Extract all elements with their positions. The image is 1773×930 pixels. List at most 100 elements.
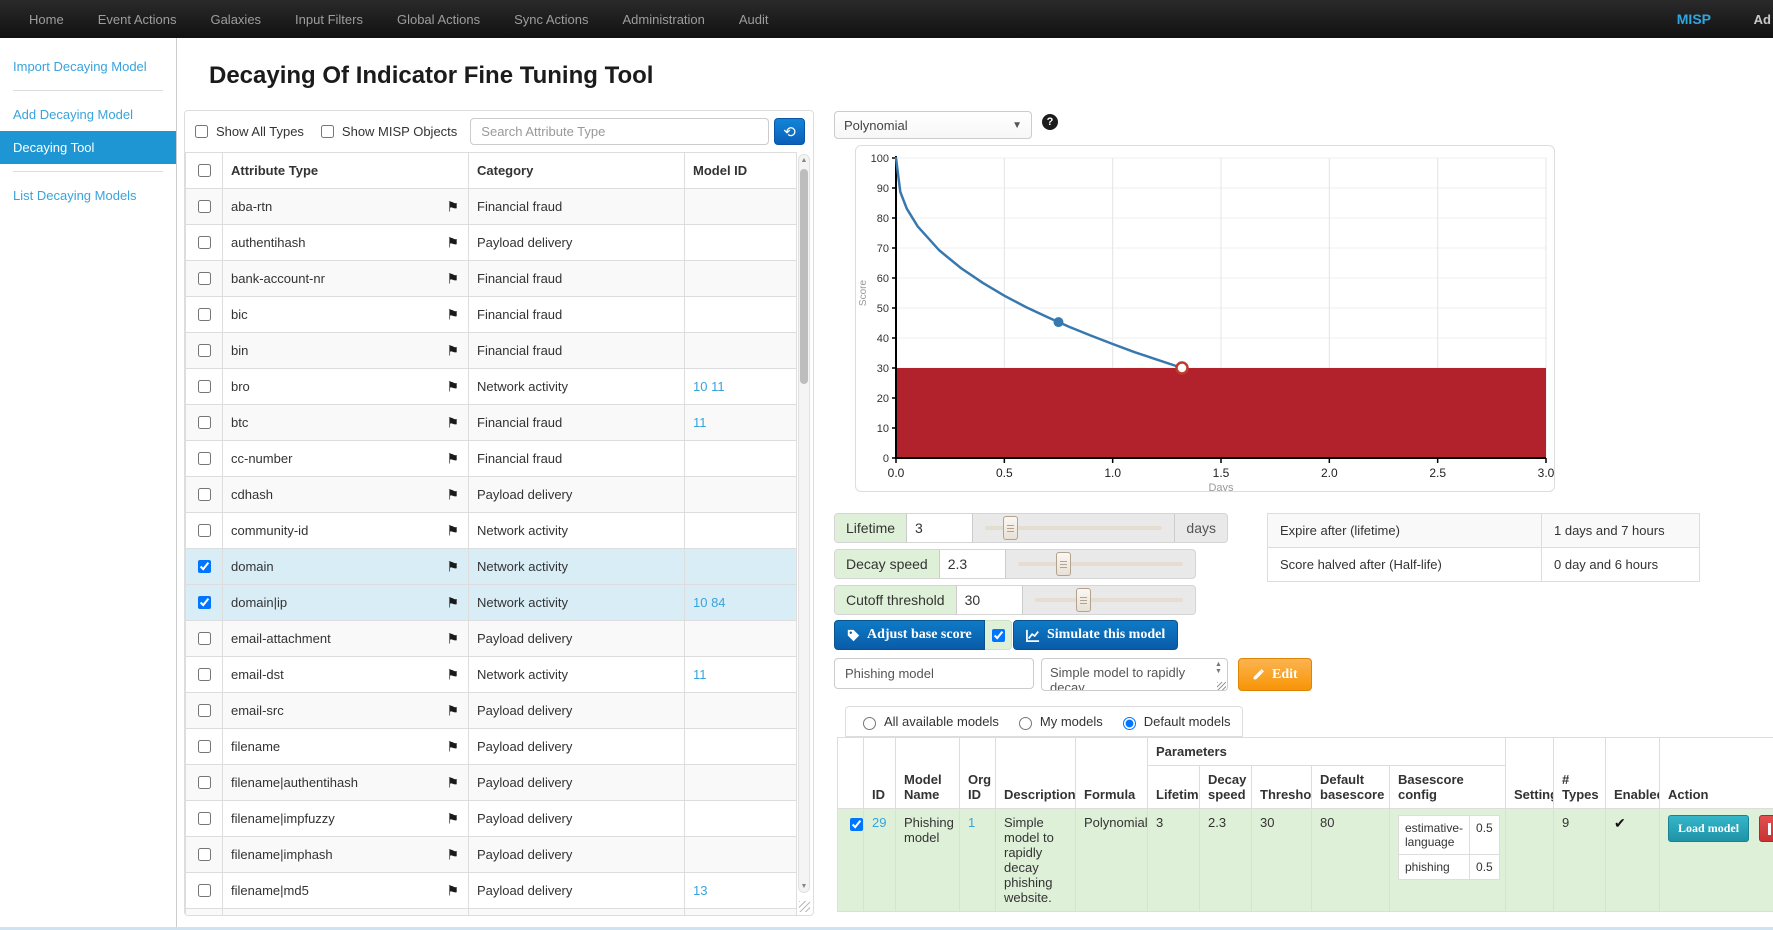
formula-select[interactable]: Polynomial ▼ (834, 111, 1032, 139)
model-id-links[interactable] (685, 189, 797, 225)
row-checkbox[interactable] (198, 308, 211, 321)
search-input[interactable] (470, 118, 769, 145)
model-id-links[interactable] (685, 729, 797, 765)
refresh-button[interactable]: ⟲ (774, 118, 805, 145)
model-id-links[interactable] (685, 297, 797, 333)
help-icon[interactable]: ? (1042, 114, 1058, 130)
flag-icon[interactable]: ⚑ (446, 306, 459, 323)
nav-item[interactable]: Audit (722, 12, 786, 27)
slider-value[interactable]: 2.3 (940, 550, 1006, 578)
model-id-links[interactable]: 13 (685, 873, 797, 909)
simulate-model-button[interactable]: Simulate this model (1013, 620, 1178, 650)
textarea-resize-grip[interactable] (1217, 682, 1226, 690)
model-filter-radio[interactable] (863, 717, 876, 730)
flag-icon[interactable]: ⚑ (446, 738, 459, 755)
slider-value[interactable]: 3 (907, 514, 973, 542)
slider-track[interactable] (1018, 550, 1183, 578)
flag-icon[interactable]: ⚑ (446, 666, 459, 683)
textarea-spinner-icons[interactable]: ▲▼ (1215, 661, 1222, 675)
model-id-links[interactable]: 13 (685, 909, 797, 917)
flag-icon[interactable]: ⚑ (446, 270, 459, 287)
scroll-up-icon[interactable]: ▲ (799, 157, 809, 164)
row-checkbox[interactable] (198, 272, 211, 285)
panel-resize-grip[interactable] (799, 901, 810, 912)
slider-handle[interactable] (1003, 516, 1018, 540)
show-misp-objects-checkbox[interactable] (321, 125, 334, 138)
select-all-checkbox[interactable] (198, 164, 211, 177)
row-checkbox[interactable] (198, 344, 211, 357)
show-all-types-checkbox[interactable] (195, 125, 208, 138)
flag-icon[interactable]: ⚑ (446, 630, 459, 647)
flag-icon[interactable]: ⚑ (446, 450, 459, 467)
row-checkbox[interactable] (198, 884, 211, 897)
adjust-basescore-checkbox[interactable] (992, 629, 1005, 642)
nav-item[interactable]: Sync Actions (497, 12, 605, 27)
model-id-links[interactable]: 10 84 (685, 585, 797, 621)
model-id-links[interactable] (685, 801, 797, 837)
nav-item[interactable]: Global Actions (380, 12, 497, 27)
flag-icon[interactable]: ⚑ (446, 810, 459, 827)
row-checkbox[interactable] (198, 812, 211, 825)
model-id-links[interactable] (685, 477, 797, 513)
flag-icon[interactable]: ⚑ (446, 486, 459, 503)
model-description-textarea[interactable]: Simple model to rapidly decay (1041, 658, 1228, 691)
scroll-down-icon[interactable]: ▼ (799, 883, 809, 890)
row-checkbox[interactable] (198, 236, 211, 249)
model-filter-radio[interactable] (1019, 717, 1032, 730)
slider-track[interactable] (985, 514, 1162, 542)
flag-icon[interactable]: ⚑ (446, 198, 459, 215)
nav-item[interactable]: Input Filters (278, 12, 380, 27)
model-id-links[interactable] (685, 513, 797, 549)
col-category[interactable]: Category (469, 153, 685, 189)
col-attribute-type[interactable]: Attribute Type (223, 153, 469, 189)
row-checkbox[interactable] (198, 740, 211, 753)
flag-icon[interactable]: ⚑ (446, 594, 459, 611)
flag-icon[interactable]: ⚑ (446, 234, 459, 251)
slider-handle[interactable] (1056, 552, 1071, 576)
flag-icon[interactable]: ⚑ (446, 414, 459, 431)
row-checkbox[interactable] (198, 596, 211, 609)
model-id-links[interactable] (685, 549, 797, 585)
model-row-checkbox[interactable] (850, 818, 863, 831)
flag-icon[interactable]: ⚑ (446, 846, 459, 863)
model-filter-radio[interactable] (1123, 717, 1136, 730)
model-filter-option[interactable]: All available models (858, 714, 999, 730)
model-id-links[interactable] (685, 693, 797, 729)
model-id-links[interactable] (685, 261, 797, 297)
model-id-links[interactable] (685, 621, 797, 657)
slider-value[interactable]: 30 (957, 586, 1023, 614)
row-checkbox[interactable] (198, 200, 211, 213)
attribute-table-scrollbar[interactable]: ▲ ▼ (798, 154, 810, 893)
model-filter-option[interactable]: Default models (1118, 714, 1231, 730)
sidebar-item[interactable]: Decaying Tool (0, 131, 176, 164)
flag-icon[interactable]: ⚑ (446, 702, 459, 719)
model-id-links[interactable] (685, 441, 797, 477)
row-checkbox[interactable] (198, 668, 211, 681)
model-id-links[interactable] (685, 225, 797, 261)
pause-model-button[interactable] (1759, 815, 1773, 842)
model-id-links[interactable] (685, 765, 797, 801)
nav-item[interactable]: Event Actions (81, 12, 194, 27)
adjust-base-score-button[interactable]: Adjust base score (834, 620, 985, 650)
row-checkbox[interactable] (198, 632, 211, 645)
row-checkbox[interactable] (198, 776, 211, 789)
slider-track[interactable] (1035, 586, 1183, 614)
flag-icon[interactable]: ⚑ (446, 882, 459, 899)
model-id-links[interactable]: 11 (685, 405, 797, 441)
edit-model-button[interactable]: Edit (1238, 658, 1312, 691)
model-id-links[interactable]: 11 (685, 657, 797, 693)
row-checkbox[interactable] (198, 380, 211, 393)
scrollbar-thumb[interactable] (800, 169, 808, 384)
load-model-button[interactable]: Load model (1668, 815, 1749, 842)
row-checkbox[interactable] (198, 416, 211, 429)
misp-brand-link[interactable]: MISP (1677, 11, 1711, 27)
row-checkbox[interactable] (198, 848, 211, 861)
flag-icon[interactable]: ⚑ (446, 774, 459, 791)
row-checkbox[interactable] (198, 524, 211, 537)
nav-item[interactable]: Galaxies (193, 12, 278, 27)
nav-user-menu[interactable]: Ad (1754, 12, 1771, 27)
col-model-id[interactable]: Model ID (685, 153, 797, 189)
flag-icon[interactable]: ⚑ (446, 342, 459, 359)
sidebar-item[interactable]: List Decaying Models (0, 179, 176, 212)
row-checkbox[interactable] (198, 704, 211, 717)
